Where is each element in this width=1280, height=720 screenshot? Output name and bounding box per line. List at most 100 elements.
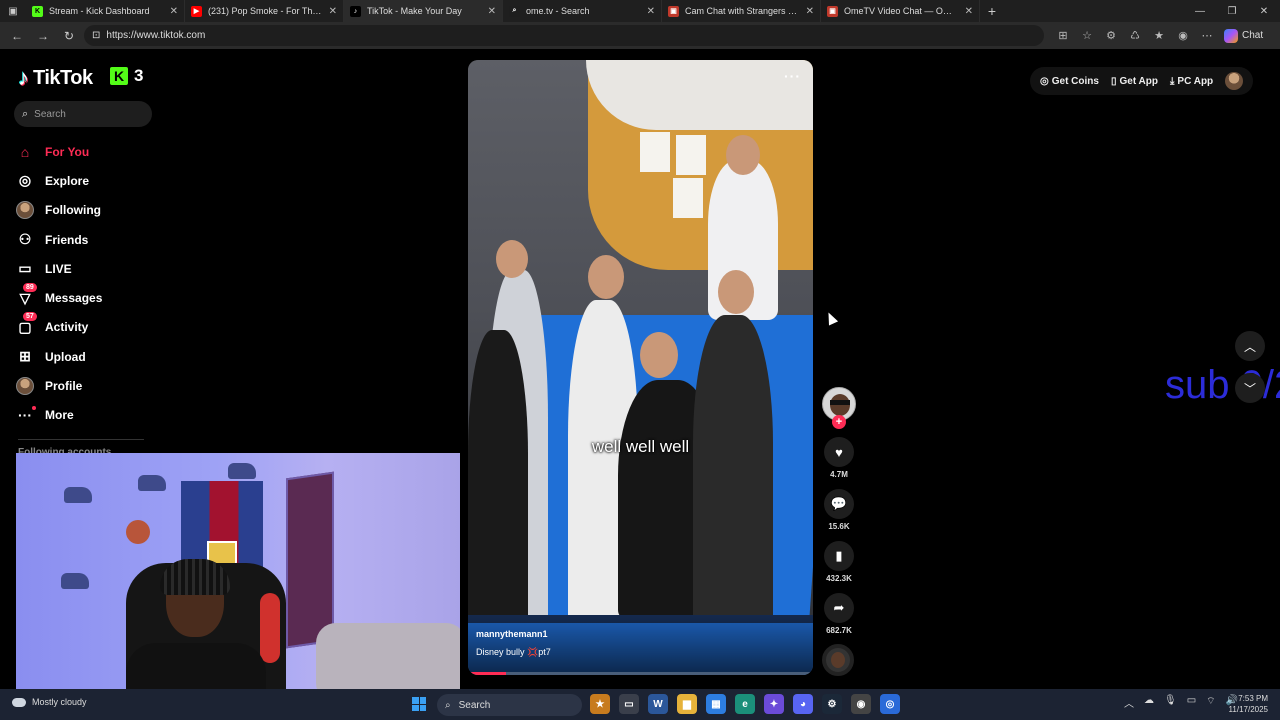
share-action: ➦ 682.7K — [822, 593, 856, 635]
sidebar-item-following[interactable]: Following — [16, 196, 166, 225]
clock-time: 7:53 PM — [1238, 694, 1268, 703]
sidebar-item-messages[interactable]: ▽ 89 Messages — [16, 283, 166, 312]
download-icon: ⤓ — [1170, 75, 1175, 87]
tab-title: Stream - Kick Dashboard — [49, 6, 150, 16]
sidebar-item-label: Friends — [45, 232, 89, 247]
browser-tab[interactable]: ▶ (231) Pop Smoke - For The Night ✕ — [185, 0, 344, 22]
sidebar-item-profile[interactable]: Profile — [16, 371, 166, 400]
favorite-star-icon[interactable]: ☆ — [1078, 27, 1096, 45]
widget-game-icon[interactable]: ★ — [590, 694, 610, 714]
close-tab-icon[interactable]: ✕ — [329, 6, 337, 17]
bookmark-icon[interactable]: ▮ — [824, 541, 854, 571]
obs-icon[interactable]: ◉ — [851, 694, 871, 714]
sidebar-item-upload[interactable]: ⊞ Upload — [16, 342, 166, 371]
get-coins-button[interactable]: ◎ Get Coins — [1040, 76, 1099, 87]
comment-icon[interactable]: 💬 — [824, 489, 854, 519]
share-icon[interactable]: ➦ — [824, 593, 854, 623]
copilot-chat-button[interactable]: Chat — [1224, 28, 1263, 43]
browser-tab[interactable]: ⌕ ome.tv - Search ✕ — [503, 0, 662, 22]
search-box: ⌕ — [14, 101, 152, 127]
previous-video-button[interactable]: ︿ — [1235, 331, 1265, 361]
app-available-icon[interactable]: ⊞ — [1054, 27, 1072, 45]
forward-icon[interactable]: → — [32, 25, 54, 47]
search-input[interactable] — [34, 108, 135, 120]
video-person-head — [588, 255, 624, 299]
sidebar-item-label: For You — [45, 144, 90, 159]
display-icon[interactable]: ▭ — [1187, 695, 1196, 710]
tab-favicon-icon: ⌕ — [509, 5, 520, 17]
room-door — [286, 471, 334, 649]
store-icon[interactable]: ▦ — [706, 694, 726, 714]
sidebar-item-explore[interactable]: ◎ Explore — [16, 166, 166, 195]
restore-icon[interactable]: ❐ — [1216, 0, 1248, 22]
discord-icon[interactable]: ◕ — [793, 694, 813, 714]
follow-plus-icon[interactable]: + — [832, 415, 846, 429]
video-more-options-icon[interactable]: ··· — [784, 68, 801, 84]
sidebar-item-activity[interactable]: ▢ 57 Activity — [16, 312, 166, 342]
tab-title: TikTok - Make Your Day — [367, 6, 462, 16]
chevron-up-icon: ︿ — [1243, 339, 1256, 354]
settings-more-icon[interactable]: ⋯ — [1198, 27, 1216, 45]
kick-count: 3 — [134, 66, 144, 85]
browser-tab[interactable]: ▣ OmeTV Video Chat — Omegle Ra ✕ — [821, 0, 980, 22]
next-video-button[interactable]: ﹀ — [1235, 373, 1265, 403]
browser-toolbar: ⊞ ☆ ⚙ ♺ ★ ◉ ⋯ — [1054, 27, 1216, 45]
cloud-icon — [12, 697, 26, 707]
site-info-icon[interactable]: ⊡ — [92, 30, 100, 41]
minimize-icon[interactable]: — — [1184, 0, 1216, 22]
extensions-icon[interactable]: ⚙ — [1102, 27, 1120, 45]
video-player[interactable]: ··· well well well mannythemann1 Disney … — [468, 60, 813, 675]
browser-tab[interactable]: ♪ TikTok - Make Your Day ✕ — [344, 0, 503, 22]
video-username[interactable]: mannythemann1 — [476, 629, 805, 639]
wifi-icon[interactable]: ⌔ — [1206, 695, 1215, 710]
video-progress-fill — [468, 672, 506, 675]
edge-icon[interactable]: e — [735, 694, 755, 714]
back-icon[interactable]: ← — [6, 25, 28, 47]
music-disc-icon[interactable] — [822, 644, 854, 676]
start-button[interactable] — [412, 697, 426, 711]
pc-app-button[interactable]: ⤓ PC App — [1170, 76, 1213, 87]
tiktok-logo[interactable]: ♪ TikTok — [18, 65, 93, 91]
close-tab-icon[interactable]: ✕ — [647, 6, 655, 17]
onedrive-icon[interactable]: ☁ — [1144, 695, 1154, 710]
following-avatar — [16, 201, 34, 220]
sidebar-item-for-you[interactable]: ⌂ For You — [16, 137, 166, 166]
file-explorer-icon[interactable]: ▆ — [677, 694, 697, 714]
profile-icon[interactable]: ◉ — [1174, 27, 1192, 45]
browser-tab[interactable]: K Stream - Kick Dashboard ✕ — [26, 0, 185, 22]
word-icon[interactable]: W — [648, 694, 668, 714]
sidebar-item-friends[interactable]: ⚇ Friends — [16, 225, 166, 254]
browser-tab[interactable]: ▣ Cam Chat with Strangers on Ome ✕ — [662, 0, 821, 22]
activity-icon: ▢ 57 — [16, 312, 37, 336]
video-progress-bar[interactable] — [468, 672, 813, 675]
heart-icon[interactable]: ♥ — [824, 437, 854, 467]
browser-essentials-icon[interactable]: ♺ — [1126, 27, 1144, 45]
favorites-icon[interactable]: ★ — [1150, 27, 1168, 45]
task-view-icon[interactable]: ▭ — [619, 694, 639, 714]
system-clock[interactable]: 7:53 PM 11/17/2025 — [1222, 693, 1268, 715]
sidebar-item-more[interactable]: ··· More — [16, 401, 166, 430]
close-window-icon[interactable]: ✕ — [1248, 0, 1280, 22]
copilot-app-icon[interactable]: ✦ — [764, 694, 784, 714]
get-app-button[interactable]: ▯ Get App — [1111, 76, 1158, 87]
microphone-icon[interactable]: 🎙 — [1164, 695, 1177, 710]
close-tab-icon[interactable]: ✕ — [488, 6, 496, 17]
close-tab-icon[interactable]: ✕ — [965, 6, 973, 17]
tray-expand-icon[interactable]: ︿ — [1124, 695, 1134, 710]
get-app-label: Get App — [1119, 75, 1158, 87]
sidebar-item-live[interactable]: ▭ LIVE — [16, 254, 166, 283]
taskbar-search[interactable]: ⌕ Search — [437, 694, 582, 716]
close-tab-icon[interactable]: ✕ — [170, 6, 178, 17]
creator-wrap: + — [822, 387, 856, 429]
steam-icon[interactable]: ⚙ — [822, 694, 842, 714]
tab-title: Cam Chat with Strangers on Ome — [685, 6, 800, 16]
tab-actions-icon[interactable]: ▣ — [0, 0, 26, 22]
new-tab-button[interactable]: + — [980, 0, 1004, 22]
app-icon[interactable]: ◎ — [880, 694, 900, 714]
refresh-icon[interactable]: ↻ — [58, 25, 80, 47]
profile-avatar[interactable] — [1225, 72, 1244, 90]
url-field[interactable]: ⊡ https://www.tiktok.com — [84, 25, 1044, 46]
weather-widget[interactable]: Mostly cloudy — [12, 697, 87, 707]
close-tab-icon[interactable]: ✕ — [806, 6, 814, 17]
counter-paper — [640, 132, 670, 172]
